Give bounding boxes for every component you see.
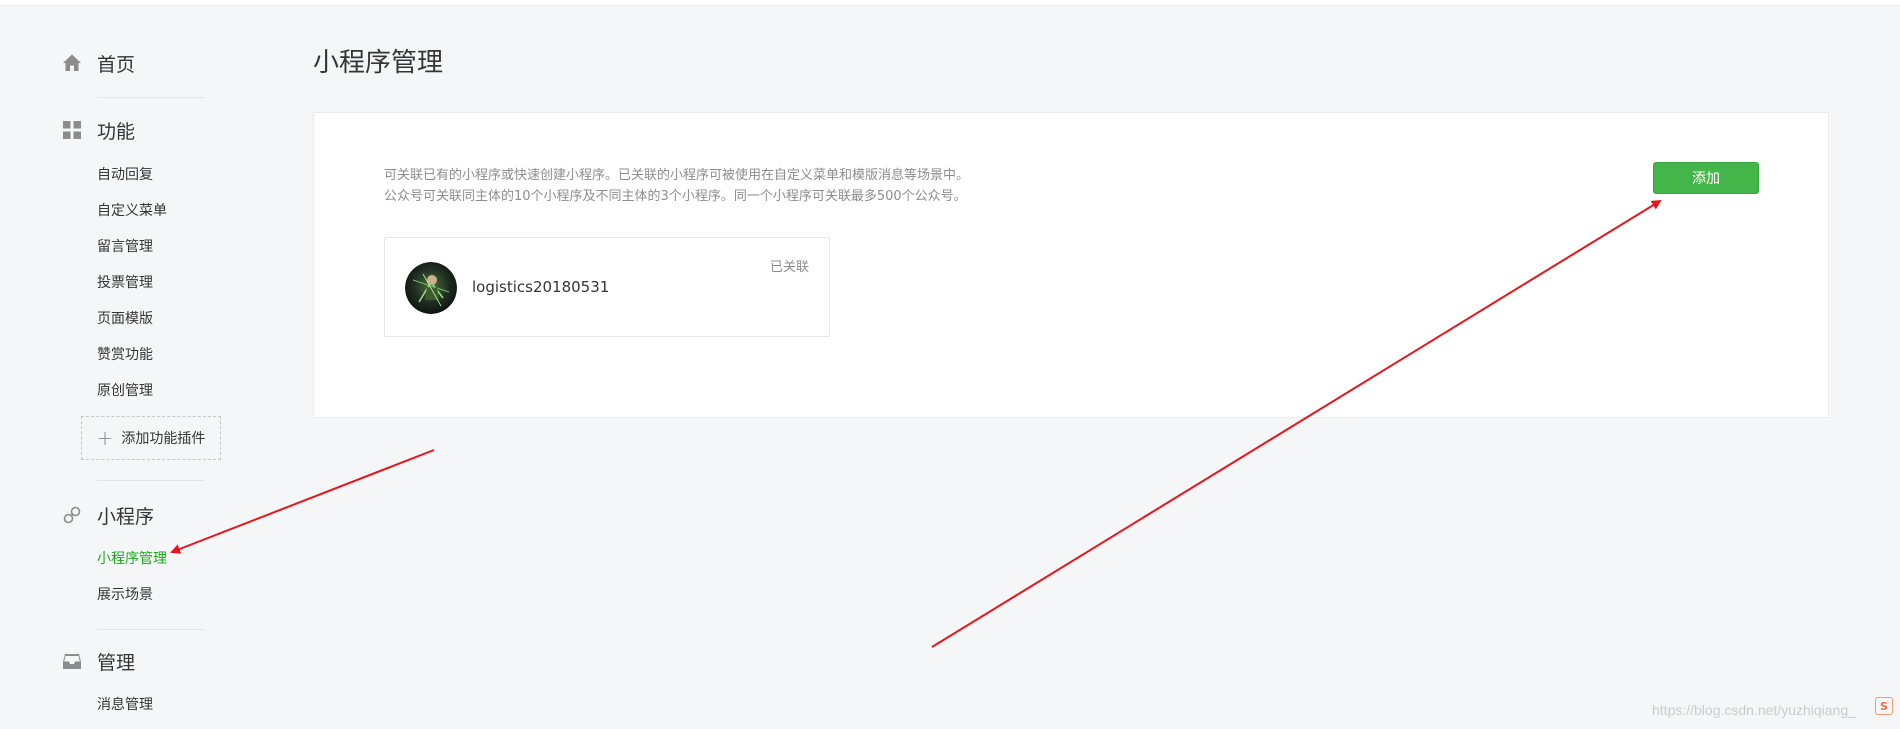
sidebar-item-custom-menu[interactable]: 自定义菜单	[97, 202, 167, 220]
miniprogram-panel: 可关联已有的小程序或快速创建小程序。已关联的小程序可被使用在自定义菜单和模版消息…	[313, 112, 1829, 418]
sidebar-item-original[interactable]: 原创管理	[97, 382, 153, 400]
sidebar-section-title: 小程序	[97, 505, 155, 528]
add-plugin-button[interactable]: + 添加功能插件	[81, 416, 221, 460]
description-line: 可关联已有的小程序或快速创建小程序。已关联的小程序可被使用在自定义菜单和模版消息…	[384, 168, 970, 183]
divider	[97, 629, 205, 630]
sidebar: 首页 功能 自动回复 自定义菜单 留言管理 投票管理 页面模版 赞赏功能 原创管…	[0, 5, 260, 729]
status-badge: 已关联	[769, 260, 809, 275]
divider	[97, 97, 205, 98]
description: 可关联已有的小程序或快速创建小程序。已关联的小程序可被使用在自定义菜单和模版消息…	[384, 165, 969, 207]
sidebar-item-page-templates[interactable]: 页面模版	[97, 310, 153, 328]
sidebar-section-manage[interactable]: 管理	[62, 646, 135, 676]
top-bar	[0, 0, 1900, 6]
sidebar-section-title: 首页	[97, 53, 136, 76]
watermark: https://blog.csdn.net/yuzhiqiang_	[1652, 702, 1856, 718]
csdn-logo-icon: S	[1875, 697, 1893, 715]
sidebar-section-miniprogram[interactable]: 小程序	[62, 500, 154, 530]
link-icon	[62, 505, 82, 525]
sidebar-item-appreciation[interactable]: 赞赏功能	[97, 346, 153, 364]
sidebar-section-title: 功能	[97, 120, 136, 143]
plus-icon: +	[96, 426, 114, 450]
description-line: 公众号可关联同主体的10个小程序及不同主体的3个小程序。同一个小程序可关联最多5…	[384, 189, 967, 204]
home-icon	[62, 53, 82, 73]
add-plugin-label: 添加功能插件	[121, 431, 206, 447]
sidebar-item-messages[interactable]: 消息管理	[97, 696, 153, 714]
sidebar-item-comments[interactable]: 留言管理	[97, 238, 153, 256]
sidebar-item-display-scenes[interactable]: 展示场景	[97, 586, 153, 604]
add-button[interactable]: 添加	[1653, 162, 1759, 194]
grid-icon	[62, 120, 82, 140]
sidebar-item-miniprogram-manage[interactable]: 小程序管理	[97, 550, 167, 568]
miniprogram-card[interactable]: logistics20180531 已关联	[384, 237, 830, 337]
sidebar-section-home[interactable]: 首页	[62, 48, 135, 78]
sidebar-item-votes[interactable]: 投票管理	[97, 274, 153, 292]
sidebar-section-title: 管理	[97, 651, 136, 674]
avatar	[405, 262, 457, 314]
divider	[97, 480, 205, 481]
page-title: 小程序管理	[313, 48, 444, 78]
sidebar-item-auto-reply[interactable]: 自动回复	[97, 166, 153, 184]
sidebar-section-features[interactable]: 功能	[62, 115, 135, 145]
miniprogram-name: logistics20180531	[472, 278, 610, 296]
inbox-icon	[62, 651, 82, 671]
